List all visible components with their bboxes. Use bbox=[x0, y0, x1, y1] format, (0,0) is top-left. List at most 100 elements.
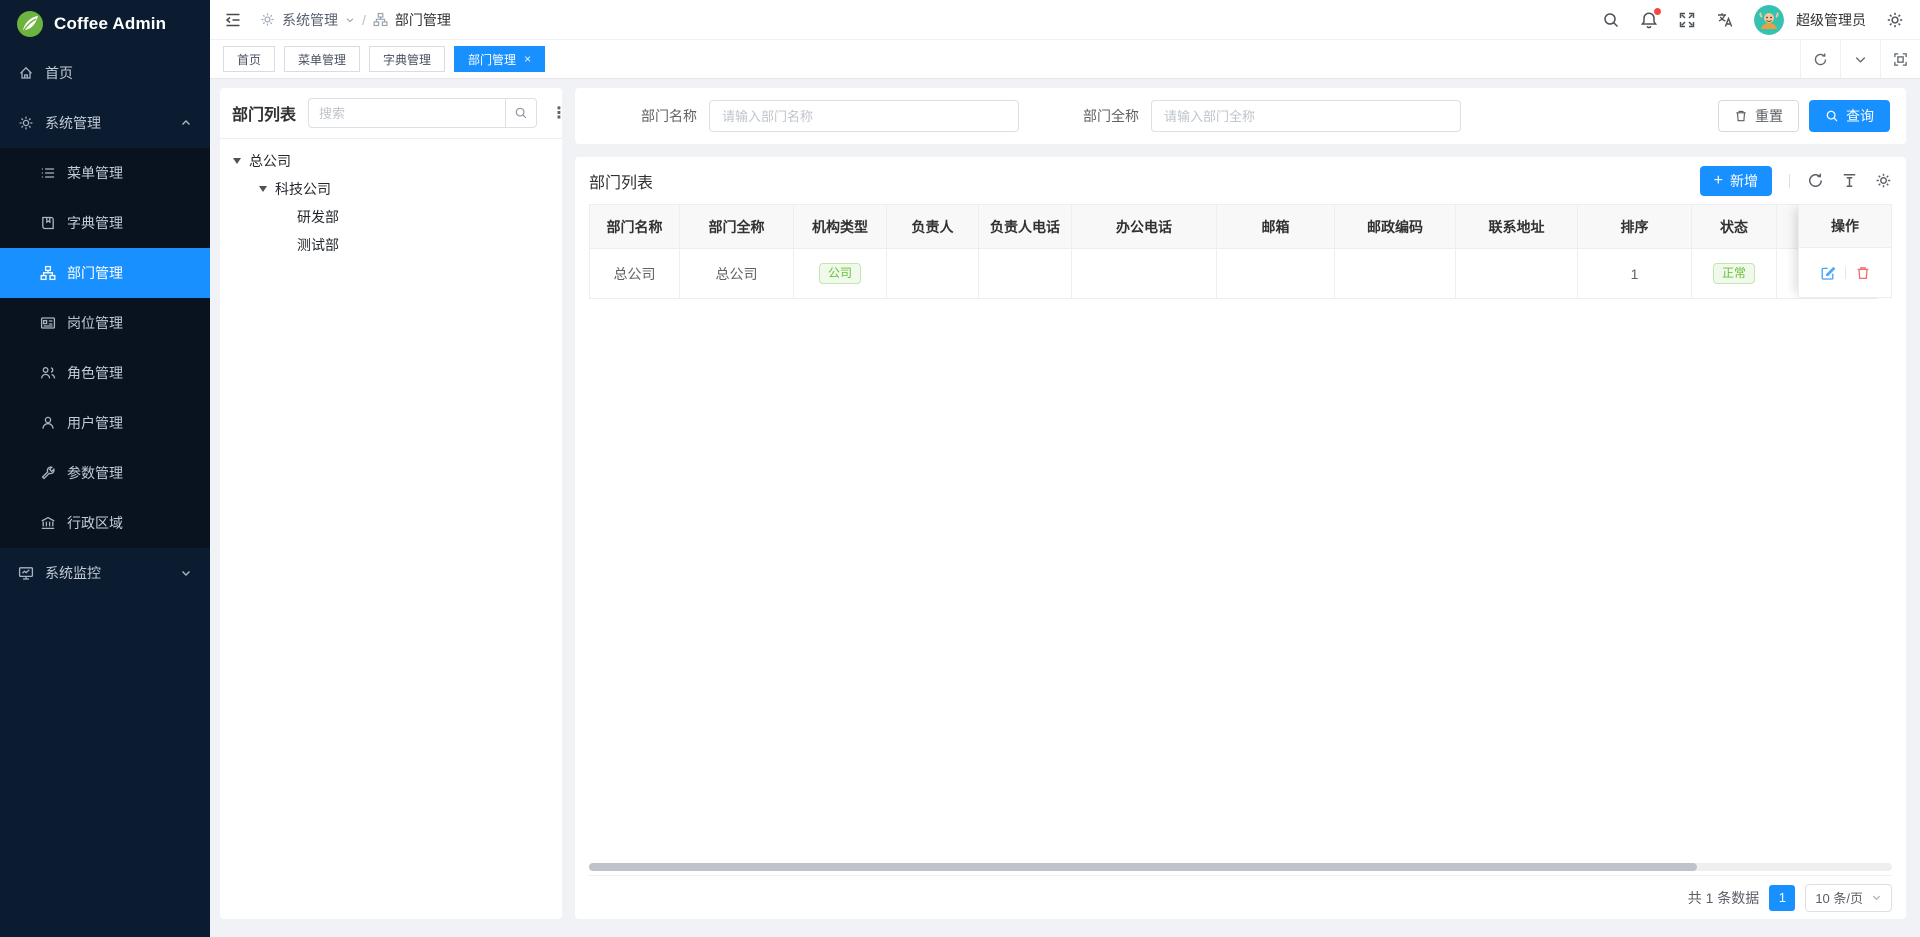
col-org-type[interactable]: 机构类型 bbox=[794, 205, 887, 249]
sidebar-item-user-mgmt[interactable]: 用户管理 bbox=[0, 398, 210, 448]
tree-search-input[interactable] bbox=[308, 98, 505, 128]
maximize-icon bbox=[1893, 52, 1908, 67]
cell-office-phone bbox=[1072, 249, 1217, 299]
col-office-phone[interactable]: 办公电话 bbox=[1072, 205, 1217, 249]
notification-badge bbox=[1654, 8, 1661, 15]
translate-icon[interactable] bbox=[1716, 11, 1734, 29]
sidebar-item-post-mgmt[interactable]: 岗位管理 bbox=[0, 298, 210, 348]
col-email[interactable]: 邮箱 bbox=[1217, 205, 1335, 249]
sidebar-group-monitor[interactable]: 系统监控 bbox=[0, 548, 210, 598]
tab-home[interactable]: 首页 bbox=[223, 46, 275, 72]
column-settings-gear-icon[interactable] bbox=[1875, 172, 1892, 189]
dept-table-grid: 部门名称 部门全称 机构类型 负责人 负责人电话 办公电话 邮箱 邮政编码 联系… bbox=[589, 204, 1892, 299]
col-leader-phone[interactable]: 负责人电话 bbox=[979, 205, 1072, 249]
tabs-dropdown-button[interactable] bbox=[1840, 40, 1880, 78]
cell-dept-full: 总公司 bbox=[680, 249, 794, 299]
col-status[interactable]: 状态 bbox=[1692, 205, 1777, 249]
sidebar-group-label: 系统管理 bbox=[45, 113, 101, 133]
col-sort[interactable]: 排序 bbox=[1578, 205, 1692, 249]
chevron-down-icon bbox=[1853, 52, 1868, 67]
dept-full-input[interactable] bbox=[1151, 100, 1461, 132]
page-content: 部门列表 ⋮ 总公司 科技 bbox=[210, 79, 1920, 937]
fullscreen-icon[interactable] bbox=[1678, 11, 1696, 29]
tab-label: 字典管理 bbox=[383, 51, 431, 68]
sidebar-item-role-mgmt[interactable]: 角色管理 bbox=[0, 348, 210, 398]
page-size-select[interactable]: 10 条/页 bbox=[1805, 884, 1892, 912]
leaf-logo-icon bbox=[16, 10, 44, 38]
search-icon bbox=[514, 106, 528, 120]
user-icon bbox=[40, 415, 56, 431]
sidebar-item-param-mgmt[interactable]: 参数管理 bbox=[0, 448, 210, 498]
sidebar-item-dict-mgmt[interactable]: 字典管理 bbox=[0, 198, 210, 248]
col-leader[interactable]: 负责人 bbox=[887, 205, 979, 249]
navbar-actions: 超级管理员 bbox=[1602, 5, 1904, 35]
horizontal-scrollbar[interactable] bbox=[589, 863, 1892, 871]
refresh-icon bbox=[1813, 52, 1828, 67]
filter-card: 部门名称 部门全称 重置 查询 bbox=[575, 88, 1906, 144]
maximize-view-button[interactable] bbox=[1880, 40, 1920, 78]
app-title: Coffee Admin bbox=[54, 14, 166, 34]
dept-name-label: 部门名称 bbox=[641, 106, 697, 126]
caret-down-icon[interactable] bbox=[233, 158, 241, 164]
delete-icon[interactable] bbox=[1855, 265, 1871, 281]
edit-icon[interactable] bbox=[1820, 265, 1836, 281]
search-button[interactable]: 查询 bbox=[1809, 100, 1890, 132]
tree-search-button[interactable] bbox=[505, 98, 537, 128]
add-button[interactable]: + 新增 bbox=[1700, 166, 1772, 196]
dept-table: 部门名称 部门全称 机构类型 负责人 负责人电话 办公电话 邮箱 邮政编码 联系… bbox=[589, 204, 1892, 299]
scrollbar-thumb[interactable] bbox=[589, 863, 1697, 871]
sidebar-menu: 首页 系统管理 菜单管理 字典管理 部门管理 bbox=[0, 48, 210, 598]
refresh-icon[interactable] bbox=[1807, 172, 1824, 189]
collapse-sidebar-icon[interactable] bbox=[224, 11, 242, 29]
close-icon[interactable]: × bbox=[524, 53, 531, 65]
sidebar-item-home[interactable]: 首页 bbox=[0, 48, 210, 98]
col-address[interactable]: 联系地址 bbox=[1456, 205, 1578, 249]
chevron-down-icon[interactable] bbox=[345, 15, 355, 25]
list-icon bbox=[40, 165, 56, 181]
breadcrumb-separator: / bbox=[362, 12, 366, 28]
settings-gear-icon[interactable] bbox=[1886, 11, 1904, 29]
sidebar-item-region-mgmt[interactable]: 行政区域 bbox=[0, 498, 210, 548]
chevron-down-icon bbox=[1871, 892, 1882, 903]
page-1-button[interactable]: 1 bbox=[1769, 885, 1795, 911]
table-row[interactable]: 总公司 总公司 公司 1 正常 bbox=[590, 249, 1893, 299]
dept-name-input[interactable] bbox=[709, 100, 1019, 132]
tab-dict-mgmt[interactable]: 字典管理 bbox=[369, 46, 445, 72]
sidebar-group-label: 系统监控 bbox=[45, 563, 101, 583]
col-dept-name[interactable]: 部门名称 bbox=[590, 205, 680, 249]
dictionary-icon bbox=[40, 215, 56, 231]
table-card-title: 部门列表 bbox=[589, 169, 653, 193]
sidebar-item-label: 部门管理 bbox=[67, 263, 123, 283]
refresh-tab-button[interactable] bbox=[1800, 40, 1840, 78]
tabs-bar: 首页 菜单管理 字典管理 部门管理 × bbox=[210, 40, 1920, 79]
cell-email bbox=[1217, 249, 1335, 299]
notifications-button[interactable] bbox=[1640, 11, 1658, 29]
sidebar-group-system[interactable]: 系统管理 bbox=[0, 98, 210, 148]
tree-node-leaf[interactable]: 测试部 bbox=[220, 231, 562, 259]
app-logo[interactable]: Coffee Admin bbox=[0, 0, 210, 48]
row-actions bbox=[1798, 248, 1892, 298]
pagination: 共 1 条数据 1 10 条/页 bbox=[589, 875, 1892, 919]
avatar[interactable] bbox=[1754, 5, 1784, 35]
tree-node-leaf[interactable]: 研发部 bbox=[220, 203, 562, 231]
col-zipcode[interactable]: 邮政编码 bbox=[1335, 205, 1456, 249]
toolbar-divider bbox=[1789, 174, 1790, 188]
tree-node-root[interactable]: 总公司 bbox=[220, 147, 562, 175]
breadcrumb-current: 部门管理 bbox=[395, 10, 451, 30]
sidebar-item-dept-mgmt[interactable]: 部门管理 bbox=[0, 248, 210, 298]
tab-menu-mgmt[interactable]: 菜单管理 bbox=[284, 46, 360, 72]
reset-button[interactable]: 重置 bbox=[1718, 100, 1799, 132]
search-icon[interactable] bbox=[1602, 11, 1620, 29]
cell-leader bbox=[887, 249, 979, 299]
col-dept-full[interactable]: 部门全称 bbox=[680, 205, 794, 249]
user-name[interactable]: 超级管理员 bbox=[1796, 10, 1866, 30]
tree-more-button[interactable]: ⋮ bbox=[549, 103, 569, 123]
sidebar-item-menu-mgmt[interactable]: 菜单管理 bbox=[0, 148, 210, 198]
export-icon[interactable] bbox=[1841, 172, 1858, 189]
tab-dept-mgmt[interactable]: 部门管理 × bbox=[454, 46, 545, 72]
caret-down-icon[interactable] bbox=[259, 186, 267, 192]
tree-node-child[interactable]: 科技公司 bbox=[220, 175, 562, 203]
dept-tree-panel: 部门列表 ⋮ 总公司 科技 bbox=[220, 88, 562, 919]
status-tag: 正常 bbox=[1713, 263, 1755, 284]
breadcrumb-parent[interactable]: 系统管理 bbox=[282, 10, 338, 30]
